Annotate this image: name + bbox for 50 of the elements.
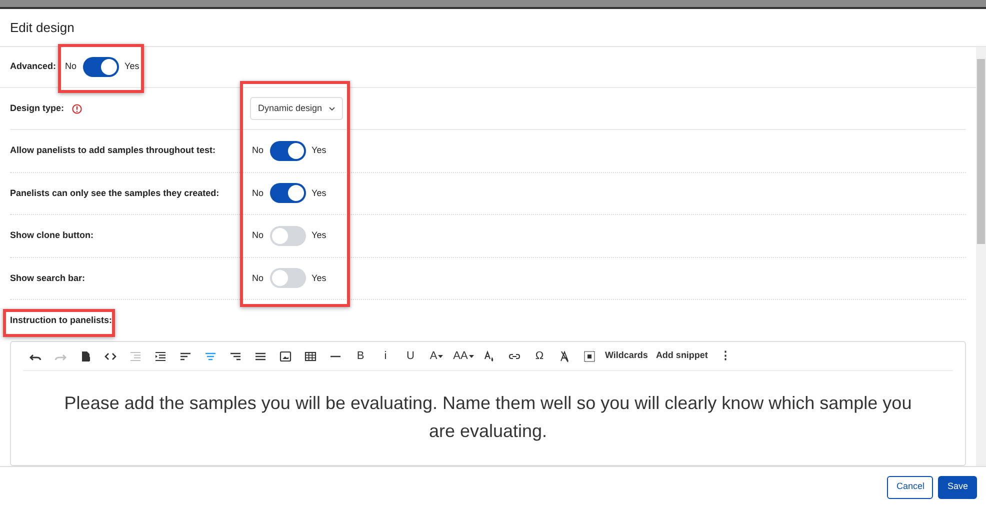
- toggle-on-label: Yes: [312, 272, 326, 284]
- clear-format-icon[interactable]: [558, 350, 571, 362]
- scrollbar-thumb[interactable]: [977, 59, 985, 244]
- field-label: Show search bar:: [10, 272, 86, 284]
- field-label: Design type:: [10, 102, 64, 115]
- toggle-on-label: Yes: [312, 229, 326, 242]
- chevron-down-icon: [329, 106, 336, 110]
- select-all-icon[interactable]: [583, 350, 596, 362]
- scrollbar[interactable]: [976, 47, 986, 466]
- toolbar-button[interactable]: ⋮: [712, 346, 738, 366]
- toggle-switch[interactable]: [270, 140, 306, 161]
- toggle-switch[interactable]: [270, 183, 306, 204]
- toolbar-button[interactable]: U: [398, 346, 423, 366]
- toolbar-button[interactable]: Add snippet: [652, 346, 711, 366]
- field-label: Panelists can only see the samples they created:: [10, 186, 220, 200]
- toggle-switch[interactable]: [270, 226, 306, 246]
- text-color-icon[interactable]: [483, 350, 496, 362]
- toolbar-button[interactable]: A: [423, 346, 450, 366]
- caret-icon: [468, 354, 474, 358]
- toolbar-button[interactable]: Ω: [527, 346, 552, 366]
- indent-icon[interactable]: [154, 350, 167, 362]
- field-label: Instruction to panelists:: [10, 314, 112, 327]
- design-type-select[interactable]: Dynamic design: [250, 97, 344, 120]
- rich-text-editor[interactable]: B i U A AA Ω Wildcards Add snippet ⋮ Please add the samples you will be evaluating. Name them well so you will clearly know which sample you are evaluating.: [10, 341, 966, 466]
- document-icon[interactable]: [79, 350, 92, 362]
- toggle-off-label: No: [252, 186, 264, 200]
- toggle-switch[interactable]: [270, 268, 306, 288]
- field-label: Show clone button:: [10, 229, 94, 242]
- cancel-button[interactable]: Cancel: [887, 476, 934, 498]
- field-label: Allow panelists to add samples throughout test:: [10, 144, 217, 157]
- toggle-off-label: No: [252, 144, 264, 157]
- toolbar-button[interactable]: Wildcards: [602, 346, 651, 366]
- toggle-off-label: No: [252, 272, 264, 284]
- dialog-title: Edit design: [10, 18, 74, 37]
- toolbar-button[interactable]: i: [373, 346, 398, 366]
- caret-icon: [438, 354, 444, 358]
- instruction-text: Please add the samples you will be evaluating. Name them well so you will clearly know which sample you are evaluating.: [63, 392, 913, 443]
- table-icon[interactable]: [304, 350, 317, 362]
- save-button[interactable]: Save: [938, 476, 977, 498]
- toggle-off-label: No: [65, 60, 77, 74]
- toolbar-button[interactable]: AA: [450, 346, 477, 366]
- toolbar-button[interactable]: B: [348, 346, 373, 366]
- toggle-on-label: Yes: [124, 60, 140, 74]
- toggle-on-label: Yes: [312, 144, 326, 157]
- toggle-switch[interactable]: [82, 57, 119, 77]
- toggle-off-label: No: [252, 229, 264, 242]
- toggle-on-label: Yes: [312, 186, 326, 200]
- image-icon[interactable]: [279, 350, 292, 362]
- info-icon[interactable]: [72, 104, 82, 114]
- field-label: Advanced:: [10, 60, 56, 74]
